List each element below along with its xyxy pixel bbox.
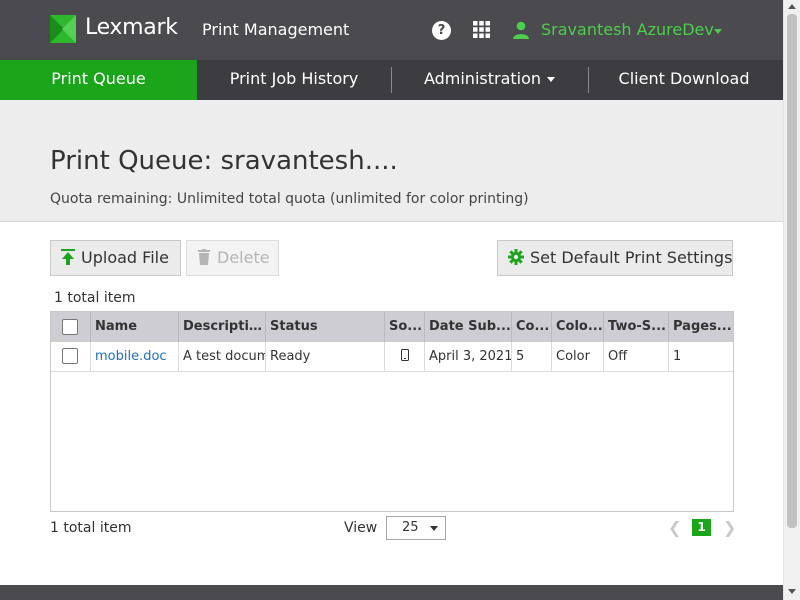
brand-name[interactable]: Lexmark — [85, 15, 178, 40]
cell-source — [384, 342, 424, 371]
previous-page-icon[interactable]: ❮ — [668, 518, 681, 537]
nav-label: Print Queue — [51, 69, 146, 88]
lexmark-logo-icon[interactable] — [50, 15, 76, 43]
column-header-two-sided[interactable]: Two-S... — [603, 312, 668, 342]
chevron-down-icon[interactable] — [714, 29, 722, 34]
delete-label: Delete — [217, 248, 270, 267]
nav-client-download[interactable]: Client Download — [589, 60, 779, 100]
mobile-phone-icon — [400, 349, 409, 361]
help-icon[interactable]: ? — [432, 21, 451, 40]
upload-icon — [61, 249, 75, 265]
user-icon[interactable] — [512, 21, 530, 39]
nav-label: Client Download — [618, 69, 750, 88]
scroll-thumb[interactable] — [787, 14, 797, 528]
page-header: Print Queue: sravantesh.... Quota remain… — [0, 100, 783, 222]
product-name: Print Management — [202, 20, 350, 39]
total-item-count-bottom: 1 total item — [50, 520, 132, 536]
cell-copies: 5 — [511, 342, 551, 371]
column-header-status[interactable]: Status — [265, 312, 384, 342]
upload-file-label: Upload File — [81, 248, 169, 267]
nav-print-queue[interactable]: Print Queue — [0, 60, 197, 100]
column-header-source[interactable]: So... — [384, 312, 424, 342]
delete-button[interactable]: Delete — [186, 240, 279, 276]
top-header: Lexmark Print Management ? Sravantesh Az… — [0, 0, 783, 60]
apps-grid-icon[interactable] — [473, 21, 490, 38]
table-header: Name Description Status So... Date Sub..… — [51, 312, 733, 342]
column-header-name[interactable]: Name — [90, 312, 178, 342]
current-page-button[interactable]: 1 — [692, 519, 711, 536]
gear-icon — [508, 249, 524, 265]
cell-color: Color — [551, 342, 603, 371]
page-title: Print Queue: sravantesh.... — [50, 146, 398, 176]
main-nav: Print Queue Print Job History Administra… — [0, 60, 783, 100]
column-header-description[interactable]: Description — [178, 312, 265, 342]
cell-two-sided: Off — [603, 342, 668, 371]
total-item-count: 1 total item — [54, 290, 136, 306]
upload-file-button[interactable]: Upload File — [50, 240, 181, 276]
column-header-date-submitted[interactable]: Date Sub... — [424, 312, 511, 342]
column-header-copies[interactable]: Co... — [511, 312, 551, 342]
cell-status: Ready — [265, 342, 384, 371]
quota-text: Quota remaining: Unlimited total quota (… — [50, 191, 529, 207]
row-checkbox[interactable] — [62, 348, 78, 364]
print-queue-table: Name Description Status So... Date Sub..… — [50, 311, 734, 512]
user-menu[interactable]: Sravantesh AzureDev — [541, 20, 714, 39]
cell-pages: 1 — [668, 342, 733, 371]
bottom-bar — [0, 585, 783, 600]
cell-description: A test docum — [178, 342, 265, 371]
view-label: View — [344, 520, 378, 536]
page-scrollbar[interactable] — [783, 0, 800, 600]
scroll-down-icon[interactable] — [788, 589, 796, 594]
next-page-icon[interactable]: ❯ — [723, 518, 736, 537]
nav-print-job-history[interactable]: Print Job History — [198, 60, 390, 100]
set-default-print-settings-button[interactable]: Set Default Print Settings — [497, 240, 733, 276]
trash-icon — [198, 249, 210, 265]
set-default-print-settings-label: Set Default Print Settings — [530, 248, 733, 267]
column-header-pages[interactable]: Pages... — [668, 312, 733, 342]
scroll-up-icon[interactable] — [788, 4, 796, 9]
table-row[interactable]: mobile.doc A test docum Ready April 3, 2… — [51, 342, 733, 372]
nav-administration[interactable]: Administration — [392, 60, 587, 100]
cell-date-submitted: April 3, 2021 — [424, 342, 511, 371]
column-header-color[interactable]: Colo... — [551, 312, 603, 342]
nav-label: Print Job History — [229, 69, 359, 88]
select-all-checkbox[interactable] — [62, 319, 78, 335]
chevron-down-icon[interactable] — [430, 526, 438, 531]
nav-label: Administration — [423, 69, 542, 88]
chevron-down-icon — [547, 77, 556, 82]
document-name-link[interactable]: mobile.doc — [90, 342, 178, 371]
